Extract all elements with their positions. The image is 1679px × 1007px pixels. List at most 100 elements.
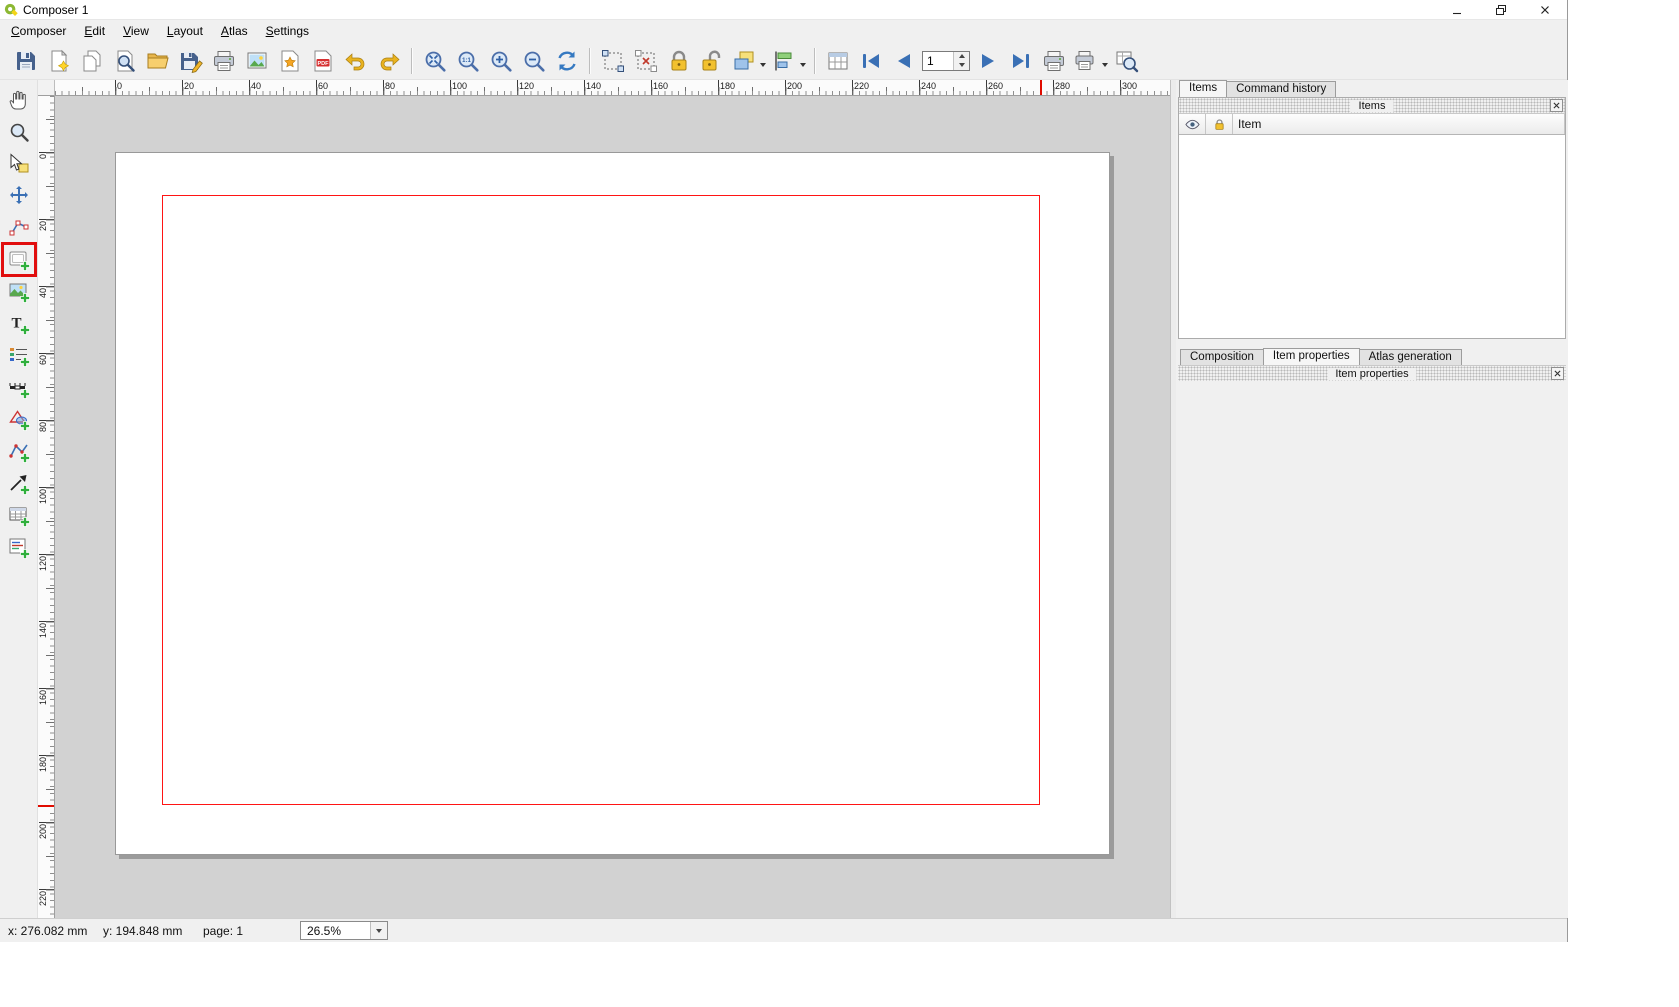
spin-down-button[interactable] xyxy=(954,61,969,70)
save-as-template-button[interactable] xyxy=(176,46,206,76)
page-number-spinbox[interactable] xyxy=(922,51,970,71)
export-as-pdf-button[interactable]: PDF xyxy=(308,46,338,76)
align-selected-items-button[interactable] xyxy=(770,46,807,76)
items-panel-titlebar[interactable]: Items xyxy=(1179,98,1565,113)
zoom-full-button[interactable] xyxy=(420,46,450,76)
svg-text:1:1: 1:1 xyxy=(462,57,471,63)
pan-hand-icon xyxy=(8,89,30,111)
status-page: page: 1 xyxy=(203,924,300,938)
ruler-label: 20 xyxy=(184,81,194,91)
window-controls xyxy=(1435,0,1567,20)
add-nodes-item-button[interactable] xyxy=(3,436,35,467)
zoom-in-button[interactable] xyxy=(486,46,516,76)
refresh-icon xyxy=(555,49,579,73)
add-image-icon xyxy=(8,281,30,303)
spin-up-button[interactable] xyxy=(954,52,969,61)
tab-items[interactable]: Items xyxy=(1179,80,1227,97)
undo-button[interactable] xyxy=(341,46,371,76)
tab-composition[interactable]: Composition xyxy=(1180,349,1264,365)
duplicate-composition-button[interactable] xyxy=(77,46,107,76)
new-composition-button[interactable] xyxy=(44,46,74,76)
print-button[interactable] xyxy=(209,46,239,76)
menu-settings[interactable]: Settings xyxy=(257,22,318,40)
deselect-items-button[interactable] xyxy=(631,46,661,76)
tab-command-history[interactable]: Command history xyxy=(1226,81,1336,97)
add-label-button[interactable]: T xyxy=(3,308,35,339)
export-atlas-icon xyxy=(1074,49,1098,73)
zoom-out-button[interactable] xyxy=(519,46,549,76)
menu-bar: Composer Edit View Layout Atlas Settings xyxy=(0,20,1567,42)
select-items-button[interactable] xyxy=(598,46,628,76)
composition-manager-button[interactable] xyxy=(110,46,140,76)
close-button[interactable] xyxy=(1523,0,1567,20)
raise-selected-items-button[interactable] xyxy=(730,46,767,76)
export-atlas-button[interactable] xyxy=(1072,46,1109,76)
item-properties-close-button[interactable] xyxy=(1551,367,1564,380)
save-project-button[interactable] xyxy=(11,46,41,76)
ruler-label: 40 xyxy=(38,288,48,298)
redo-button[interactable] xyxy=(374,46,404,76)
lock-selected-items-button[interactable] xyxy=(664,46,694,76)
add-legend-button[interactable] xyxy=(3,340,35,371)
add-label-icon: T xyxy=(8,313,30,335)
menu-view[interactable]: View xyxy=(114,22,158,40)
load-from-template-button[interactable] xyxy=(143,46,173,76)
add-scalebar-button[interactable] xyxy=(3,372,35,403)
unlock-all-items-button[interactable] xyxy=(697,46,727,76)
items-list[interactable] xyxy=(1179,135,1565,338)
add-html-icon xyxy=(8,537,30,559)
tab-atlas-generation[interactable]: Atlas generation xyxy=(1359,349,1462,365)
select-rectangle-icon xyxy=(601,49,625,73)
minimize-button[interactable] xyxy=(1435,0,1479,20)
last-feature-button[interactable] xyxy=(1006,46,1036,76)
select-cursor-icon xyxy=(8,153,30,175)
zoom-tool-button[interactable] xyxy=(3,116,35,147)
zoom-combo-dropdown-button[interactable] xyxy=(370,922,387,939)
atlas-preview-button[interactable] xyxy=(823,46,853,76)
restore-button[interactable] xyxy=(1479,0,1523,20)
menu-composer[interactable]: Composer xyxy=(2,22,75,40)
add-attribute-table-button[interactable] xyxy=(3,500,35,531)
ruler-label: 40 xyxy=(251,81,261,91)
add-image-button[interactable] xyxy=(3,276,35,307)
export-as-image-button[interactable] xyxy=(242,46,272,76)
move-content-icon xyxy=(8,185,30,207)
add-shape-icon xyxy=(8,409,30,431)
menu-edit[interactable]: Edit xyxy=(75,22,114,40)
ruler-label: 280 xyxy=(1055,81,1070,91)
printer-icon xyxy=(1042,49,1066,73)
next-feature-button[interactable] xyxy=(973,46,1003,76)
title-bar[interactable]: Composer 1 xyxy=(0,0,1567,20)
status-bar: x: 276.082 mm y: 194.848 mm page: 1 26.5… xyxy=(0,918,1567,942)
composition-page[interactable] xyxy=(115,152,1110,855)
page-number-input[interactable] xyxy=(923,52,951,70)
previous-feature-button[interactable] xyxy=(889,46,919,76)
pan-tool-button[interactable] xyxy=(3,84,35,115)
zoom-level-combobox[interactable]: 26.5% xyxy=(300,921,388,940)
export-as-svg-button[interactable] xyxy=(275,46,305,76)
move-item-content-button[interactable] xyxy=(3,180,35,211)
vertical-ruler: 020406080100120140160180200220 xyxy=(38,96,55,918)
tab-item-properties[interactable]: Item properties xyxy=(1263,348,1360,365)
atlas-settings-button[interactable] xyxy=(1112,46,1142,76)
first-feature-button[interactable] xyxy=(856,46,886,76)
close-icon xyxy=(1553,102,1560,109)
menu-atlas[interactable]: Atlas xyxy=(212,22,257,40)
add-arrow-button[interactable] xyxy=(3,468,35,499)
save-template-icon xyxy=(179,49,203,73)
item-properties-titlebar[interactable]: Item properties xyxy=(1178,366,1566,381)
right-panel: Items Command history Items Item Composi… xyxy=(1176,80,1568,918)
edit-nodes-item-button[interactable] xyxy=(3,212,35,243)
print-atlas-button[interactable] xyxy=(1039,46,1069,76)
select-move-item-button[interactable] xyxy=(3,148,35,179)
zoom-actual-size-button[interactable]: 1:1 xyxy=(453,46,483,76)
add-html-frame-button[interactable] xyxy=(3,532,35,563)
dropdown-arrow-icon xyxy=(760,63,766,67)
add-new-map-button[interactable] xyxy=(3,244,35,275)
refresh-view-button[interactable] xyxy=(552,46,582,76)
add-shape-button[interactable] xyxy=(3,404,35,435)
menu-layout[interactable]: Layout xyxy=(158,22,212,40)
items-panel-close-button[interactable] xyxy=(1550,99,1563,112)
printer-icon xyxy=(212,49,236,73)
composition-canvas[interactable] xyxy=(55,96,1170,918)
